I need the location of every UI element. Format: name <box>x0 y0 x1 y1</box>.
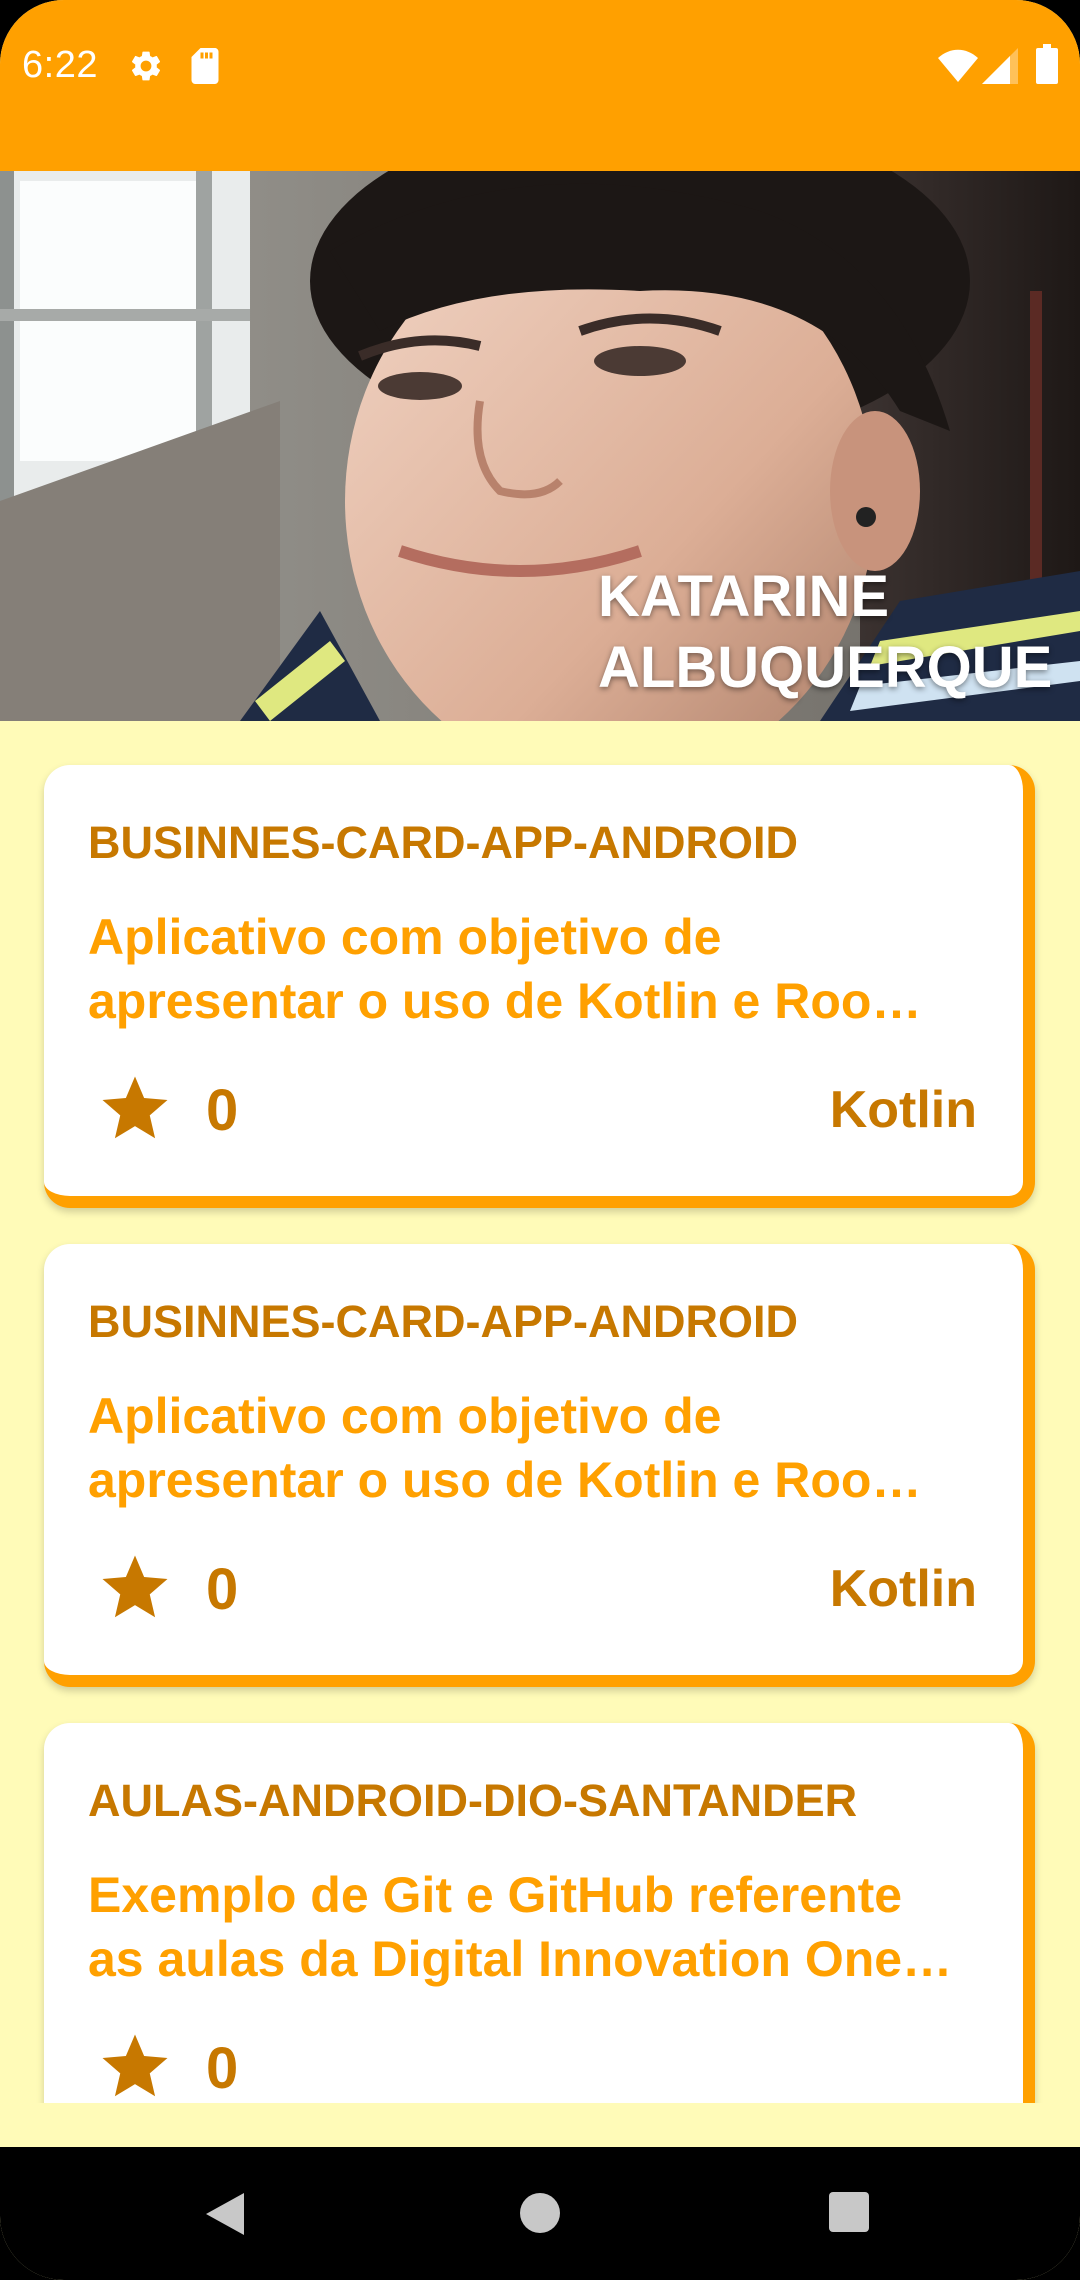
recents-icon[interactable] <box>828 2191 870 2233</box>
signal-icon <box>982 48 1018 84</box>
sd-card-icon <box>191 48 219 84</box>
star-icon <box>102 2034 168 2097</box>
repo-card[interactable]: AULAS-ANDROID-DIO-SANTANDER Exemplo de G… <box>44 1723 1035 2103</box>
star-icon <box>102 1076 168 1139</box>
repo-description-line: apresentar o uso de Kotlin e Roo… <box>88 1452 922 1508</box>
star-count: 0 <box>206 1557 239 1622</box>
profile-header: KATARINE ALBUQUERQUE <box>0 171 1080 721</box>
repo-description-line: as aulas da Digital Innovation One… <box>88 1931 953 1987</box>
wifi-icon <box>938 49 978 82</box>
repo-card[interactable]: BUSINNES-CARD-APP-ANDROID Aplicativo com… <box>44 765 1035 1208</box>
repo-card[interactable]: BUSINNES-CARD-APP-ANDROID Aplicativo com… <box>44 1244 1035 1687</box>
status-bar: 6:22 <box>0 0 1080 171</box>
repo-name: BUSINNES-CARD-APP-ANDROID <box>88 817 799 868</box>
repo-description-line: Exemplo de Git e GitHub referente <box>88 1867 903 1923</box>
repo-description: Aplicativo com objetivo de apresentar o … <box>88 1384 988 1512</box>
battery-icon <box>1036 44 1058 84</box>
star-icon <box>102 1555 168 1618</box>
repo-description: Exemplo de Git e GitHub referente as aul… <box>88 1863 988 1991</box>
repo-list[interactable]: BUSINNES-CARD-APP-ANDROID Aplicativo com… <box>0 721 1080 2103</box>
status-time: 6:22 <box>22 44 98 86</box>
repo-description: Aplicativo com objetivo de apresentar o … <box>88 905 988 1033</box>
repo-description-line: Aplicativo com objetivo de <box>88 1388 722 1444</box>
home-icon[interactable] <box>518 2191 562 2235</box>
repo-language: Kotlin <box>829 1081 977 1139</box>
back-icon[interactable] <box>200 2191 246 2237</box>
repo-name: AULAS-ANDROID-DIO-SANTANDER <box>88 1775 858 1826</box>
app-screen: 6:22 KATARINE ALBUQUERQUE BUSINNES-CARD-… <box>0 0 1080 2280</box>
repo-description-line: apresentar o uso de Kotlin e Roo… <box>88 973 922 1029</box>
repo-name: BUSINNES-CARD-APP-ANDROID <box>88 1296 799 1347</box>
profile-name-line2: ALBUQUERQUE <box>598 635 1053 700</box>
star-count: 0 <box>206 1078 239 1143</box>
repo-description-line: Aplicativo com objetivo de <box>88 909 722 965</box>
star-count: 0 <box>206 2036 239 2101</box>
profile-name-line1: KATARINE <box>598 564 890 629</box>
gear-icon <box>131 51 161 81</box>
navigation-bar <box>0 2147 1080 2280</box>
repo-language: Kotlin <box>829 1560 977 1618</box>
profile-name: KATARINE ALBUQUERQUE <box>598 561 1068 703</box>
